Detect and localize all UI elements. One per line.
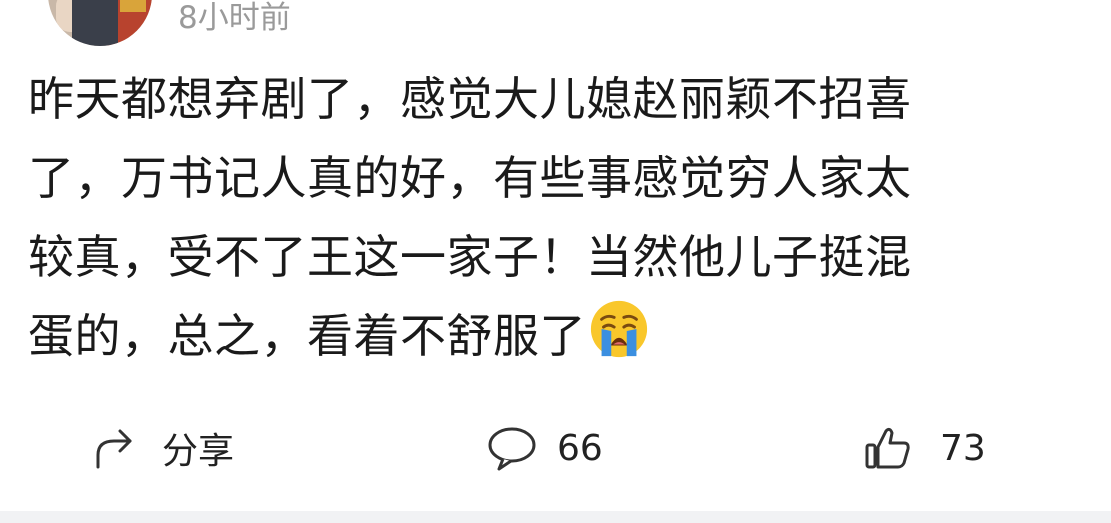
comment-line-text: 蛋的，总之，看着不舒服了: [28, 309, 586, 363]
avatar-figure: [72, 0, 118, 46]
comment-bubble-icon: [487, 425, 536, 471]
divider: [0, 511, 1111, 523]
comment-line-last: 蛋的，总之，看着不舒服了: [28, 297, 1088, 376]
thumbs-up-icon: [864, 425, 910, 471]
action-bar: 分享 66 73: [0, 418, 1111, 478]
comment-timestamp: 8小时前: [178, 0, 291, 36]
comment-count: 66: [557, 427, 603, 469]
crying-face-icon: [588, 298, 650, 360]
avatar[interactable]: [48, 0, 152, 46]
comment-line: 较真，受不了王这一家子！当然他儿子挺混: [28, 230, 912, 284]
share-label: 分享: [162, 431, 235, 472]
like-count: 73: [940, 427, 986, 469]
avatar-background-accent: [120, 0, 146, 12]
share-arrow-icon: [92, 425, 138, 471]
comment-line: 了，万书记人真的好，有些事感觉穷人家太: [28, 151, 912, 205]
comment-button[interactable]: 66: [487, 418, 603, 478]
share-button[interactable]: 分享: [92, 418, 234, 478]
comment-line: 昨天都想弃剧了，感觉大儿媳赵丽颖不招喜: [28, 72, 912, 126]
like-button[interactable]: 73: [864, 418, 986, 478]
comment-body: 昨天都想弃剧了，感觉大儿媳赵丽颖不招喜 了，万书记人真的好，有些事感觉穷人家太 …: [28, 60, 1088, 376]
comment-card: 8小时前 昨天都想弃剧了，感觉大儿媳赵丽颖不招喜 了，万书记人真的好，有些事感觉…: [0, 0, 1111, 523]
